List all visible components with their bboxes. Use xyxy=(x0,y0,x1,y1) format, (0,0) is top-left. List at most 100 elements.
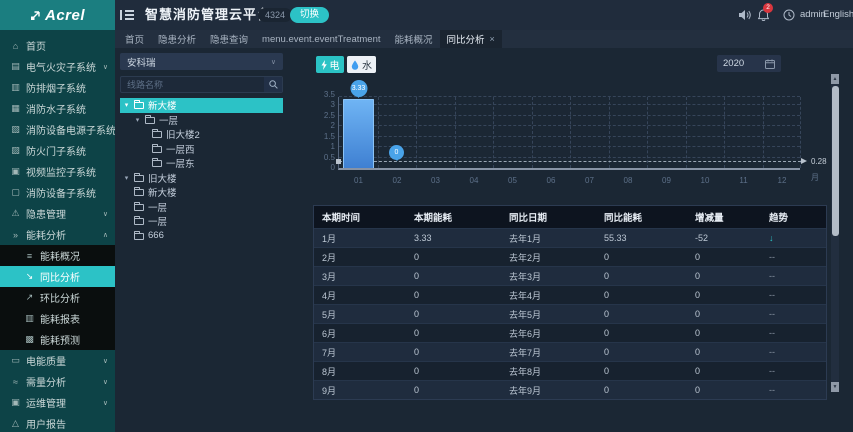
col-header: 同比能耗 xyxy=(604,213,643,224)
sidebar-item-mom-analysis[interactable]: ↗ 环比分析 xyxy=(0,287,115,308)
switch-button[interactable]: 切换 xyxy=(290,7,330,23)
folder-icon xyxy=(152,158,162,168)
col-header: 本期能耗 xyxy=(414,213,453,224)
tree-node-label: 旧大楼2 xyxy=(166,130,200,142)
tree-node-label: 一层西 xyxy=(166,144,195,156)
yoy-bar-chart: 0 0.5 1 1.5 2 2.5 3 3.5 0.28 月 3.33 0 01… xyxy=(324,79,827,185)
sidebar-item-energy-forecast[interactable]: ▩ 能耗预测 xyxy=(0,329,115,350)
sidebar-item-electric-fire[interactable]: ▤ 电气火灾子系统 ∨ xyxy=(0,56,115,77)
tree-node-label: 一层 xyxy=(148,217,168,229)
col-header: 本期时间 xyxy=(322,213,361,224)
y-tick: 2 xyxy=(330,121,335,131)
fire-power-icon: ▧ xyxy=(11,124,20,134)
tree-node[interactable]: ▾ 一层 xyxy=(120,113,283,128)
sidebar-item-energy-analysis[interactable]: » 能耗分析 ∧ xyxy=(0,224,115,245)
close-icon[interactable]: × xyxy=(490,34,495,44)
report-icon: ▥ xyxy=(25,313,34,323)
tree-node-label: 一层 xyxy=(159,115,179,127)
sidebar-item-hazard-mgmt[interactable]: ⚠ 隐患管理 ∨ xyxy=(0,203,115,224)
col-header: 趋势 xyxy=(769,213,789,224)
sidebar-item-ops-mgmt[interactable]: ▣ 运维管理 ∨ xyxy=(0,392,115,413)
sidebar-item-yoy-analysis[interactable]: ↘ 同比分析 xyxy=(0,266,115,287)
sidebar-item-fire-power[interactable]: ▧ 消防设备电源子系统 xyxy=(0,119,115,140)
search-input[interactable] xyxy=(121,77,264,92)
tab-label: 隐患查询 xyxy=(210,35,249,46)
speaker-icon[interactable] xyxy=(738,9,751,21)
tree-node-label: 新大楼 xyxy=(148,101,177,113)
sidebar-item-home[interactable]: ⌂ 首页 xyxy=(0,35,115,56)
tree-node[interactable]: 一层东 xyxy=(120,156,283,171)
sidebar-item-power-quality[interactable]: ▭ 电能质量 ∨ xyxy=(0,350,115,371)
sidebar-item-energy-overview[interactable]: ≡ 能耗概况 xyxy=(0,245,115,266)
tab-hazard-query[interactable]: 隐患查询 xyxy=(203,30,255,48)
search-icon[interactable] xyxy=(264,77,282,92)
sidebar-item-label: 隐患管理 xyxy=(26,210,66,221)
tab-energy-overview[interactable]: 能耗概况 xyxy=(388,30,440,48)
x-tick: 02 xyxy=(392,176,402,185)
tab-yoy-analysis[interactable]: 同比分析 × xyxy=(439,30,502,48)
sidebar-item-smoke-control[interactable]: ▥ 防排烟子系统 xyxy=(0,77,115,98)
org-select-value: 安科瑞 xyxy=(127,57,156,69)
folder-icon xyxy=(134,201,144,211)
sidebar-item-energy-report[interactable]: ▥ 能耗报表 xyxy=(0,308,115,329)
y-tick: 3 xyxy=(330,100,335,110)
tree-node-label: 666 xyxy=(148,230,164,242)
sidebar-item-demand-analysis[interactable]: ≈ 需量分析 ∨ xyxy=(0,371,115,392)
sidebar-item-fire-water[interactable]: ▦ 消防水子系统 xyxy=(0,98,115,119)
clock-icon[interactable] xyxy=(783,9,795,21)
table-row: 1月 3.33 去年1月 55.33 -52 ↓ xyxy=(314,228,826,247)
sidebar-item-user-report[interactable]: △ 用户报告 xyxy=(0,413,115,432)
tree-node[interactable]: 旧大楼2 xyxy=(120,127,283,142)
table-row: 3月 0 去年3月 0 0 -- xyxy=(314,266,826,285)
scrollbar-thumb[interactable] xyxy=(831,86,839,236)
home-icon: ⌂ xyxy=(12,40,19,51)
language-switcher[interactable]: English xyxy=(823,0,853,30)
folder-icon xyxy=(145,114,155,124)
caret-down-icon: ▾ xyxy=(124,102,129,110)
tab-event-treatment[interactable]: menu.event.eventTreatment xyxy=(255,30,387,48)
folder-icon xyxy=(152,129,162,139)
tree-node[interactable]: 一层 xyxy=(120,200,283,215)
org-select[interactable]: 安科瑞 ∨ xyxy=(120,53,283,70)
col-header: 增减量 xyxy=(695,213,724,224)
table-row: 7月 0 去年7月 0 0 -- xyxy=(314,342,826,361)
tree-node[interactable]: 666 xyxy=(120,229,283,244)
year-select[interactable]: 2020 xyxy=(717,55,781,72)
tab-hazard-analysis[interactable]: 隐患分析 xyxy=(151,30,203,48)
tree-node[interactable]: 一层西 xyxy=(120,142,283,157)
electric-toggle-button[interactable]: 电 xyxy=(316,56,344,73)
tree-node[interactable]: ▾ 新大楼 xyxy=(120,98,283,113)
scroll-down-icon[interactable]: ▼ xyxy=(831,382,839,392)
page-title: 智慧消防管理云平台 xyxy=(145,7,272,22)
x-tick: 06 xyxy=(546,176,556,185)
sidebar-item-fire-device[interactable]: ▢ 消防设备子系统 xyxy=(0,182,115,203)
water-drop-icon xyxy=(351,60,359,70)
tree-node-label: 一层 xyxy=(148,202,168,214)
user-menu[interactable]: admin xyxy=(800,0,826,30)
sidebar-item-label: 能耗报表 xyxy=(40,315,80,326)
sidebar-item-label: 防排烟子系统 xyxy=(26,84,86,95)
folder-icon xyxy=(134,100,144,110)
scroll-up-icon[interactable]: ▲ xyxy=(831,74,839,84)
lightning-icon xyxy=(321,59,327,70)
x-tick: 03 xyxy=(431,176,440,185)
chevron-down-icon: ∨ xyxy=(270,58,276,66)
sidebar-item-video-monitor[interactable]: ▣ 视频监控子系统 xyxy=(0,161,115,182)
collapse-menu-icon[interactable] xyxy=(120,10,134,20)
sidebar-item-fire-door[interactable]: ▨ 防火门子系统 xyxy=(0,140,115,161)
sidebar-item-label: 运维管理 xyxy=(26,399,66,410)
line-search xyxy=(120,76,283,93)
ops-icon: ▣ xyxy=(11,397,20,407)
trend-down-icon: ↘ xyxy=(25,271,34,281)
tab-label: 首页 xyxy=(125,35,145,46)
tree-node[interactable]: ▾ 旧大楼 xyxy=(120,171,283,186)
sidebar-item-label: 消防设备子系统 xyxy=(26,189,96,200)
tab-home[interactable]: 首页 xyxy=(118,30,151,48)
tree-node[interactable]: 一层 xyxy=(120,214,283,229)
tree-node[interactable]: 新大楼 xyxy=(120,185,283,200)
chevron-down-icon: ∨ xyxy=(102,63,108,71)
chevron-up-icon: ∧ xyxy=(102,231,108,239)
folder-icon xyxy=(152,143,162,153)
water-toggle-button[interactable]: 水 xyxy=(347,56,376,73)
list-icon: ≡ xyxy=(26,250,33,261)
